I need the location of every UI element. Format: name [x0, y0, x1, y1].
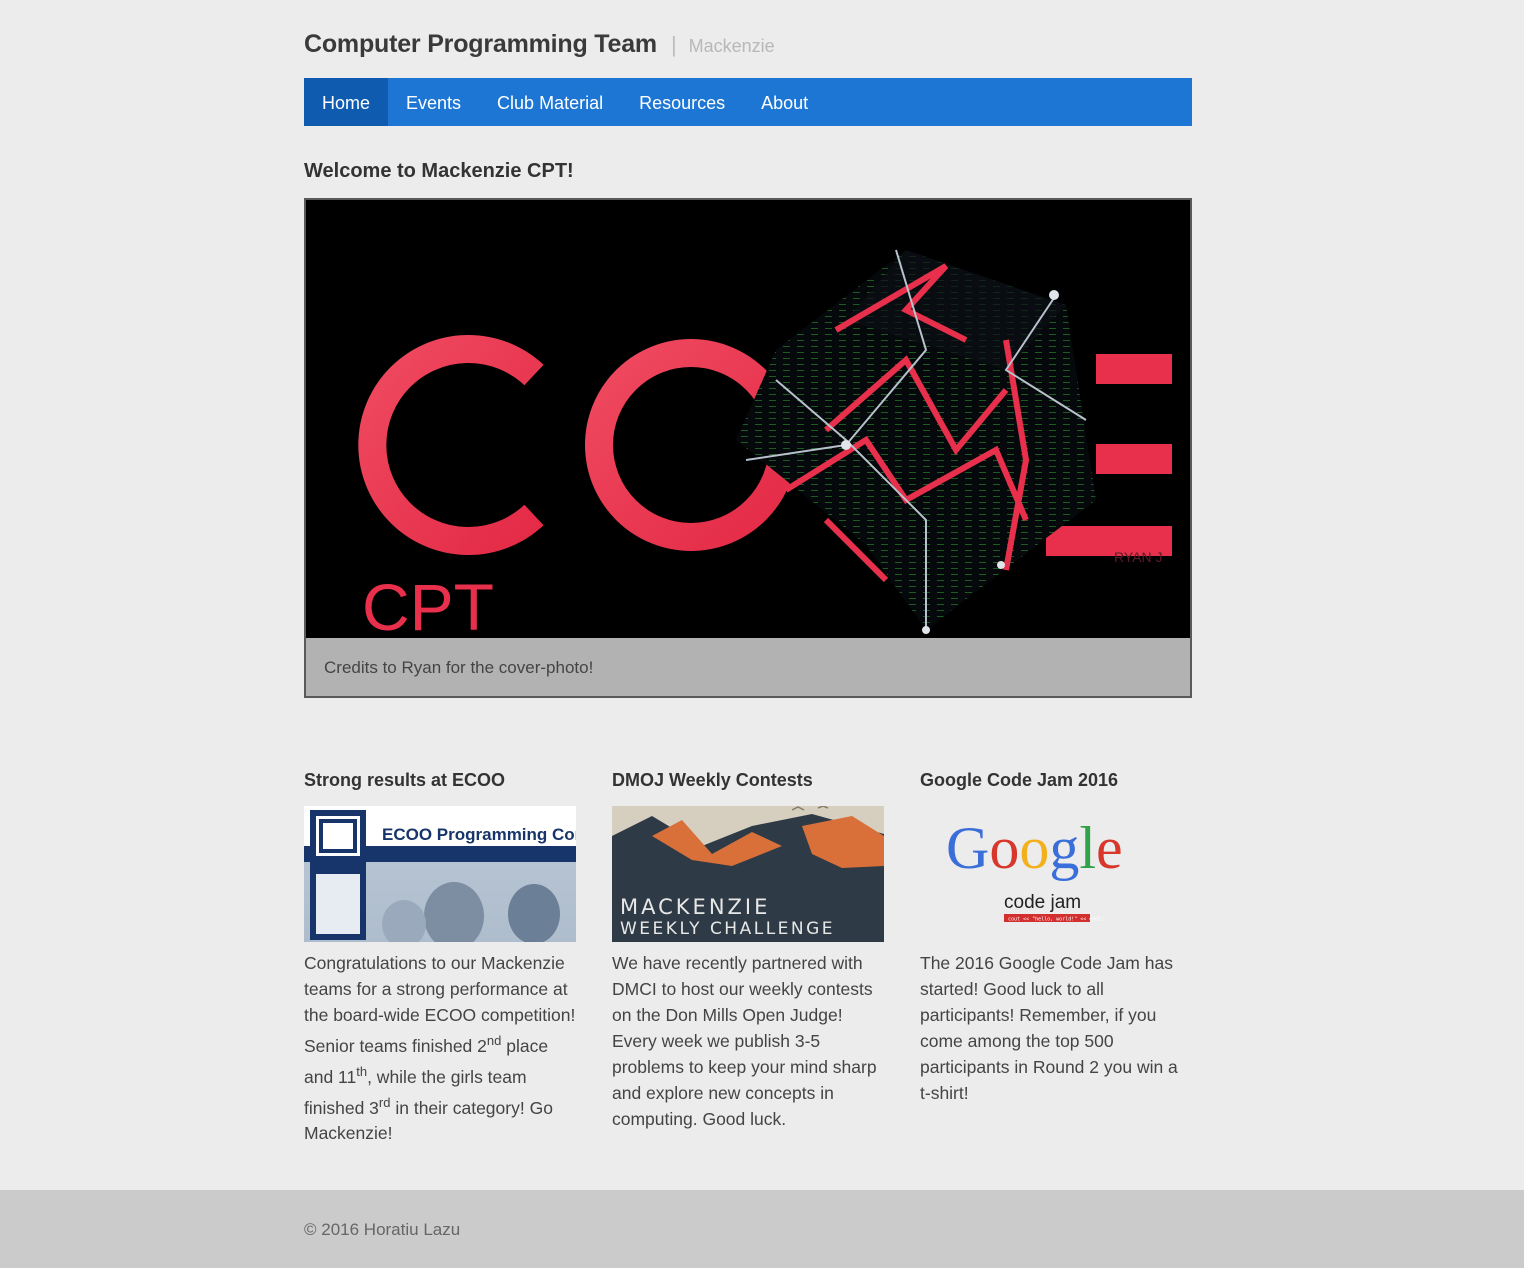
ecoo-image-heading: ECOO Programming Contest [382, 825, 576, 844]
article-ecoo: Strong results at ECOO ECOO Programming … [304, 768, 576, 1146]
article-title[interactable]: Strong results at ECOO [304, 768, 576, 806]
ecoo-thumbnail[interactable]: ECOO Programming Contest [304, 806, 576, 942]
hero-banner: CPT RYAN J Credits to Ryan for the cover… [304, 198, 1192, 698]
nav-about[interactable]: About [743, 78, 826, 126]
nav-club-material[interactable]: Club Material [479, 78, 621, 126]
main-nav: Home Events Club Material Resources Abou… [304, 78, 1192, 126]
article-body: The 2016 Google Code Jam has started! Go… [920, 953, 1178, 1103]
article-title[interactable]: DMOJ Weekly Contests [612, 768, 884, 806]
code-jam-thumbnail[interactable]: Google code jam cout << "hello, world!" … [920, 806, 1192, 942]
article-body: We have recently partnered with DMCI to … [612, 953, 877, 1129]
title-separator: | [670, 32, 677, 57]
dmoj-image-line2: WEEKLY CHALLENGE [620, 919, 835, 939]
hero-image: CPT RYAN J [306, 200, 1190, 638]
site-title[interactable]: Computer Programming Team [304, 30, 657, 59]
hero-caption: Credits to Ryan for the cover-photo! [306, 638, 1190, 696]
copyright-text: © 2016 Horatiu Lazu [304, 1220, 461, 1239]
dmoj-image-line1: MACKENZIE [620, 895, 770, 919]
nav-events[interactable]: Events [388, 78, 479, 126]
article-google-code-jam: Google Code Jam 2016 Google code jam cou… [920, 768, 1192, 1106]
code-jam-tag: cout << "hello, world!" << endl; [1008, 917, 1104, 923]
article-title[interactable]: Google Code Jam 2016 [920, 768, 1192, 806]
nav-resources[interactable]: Resources [621, 78, 743, 126]
nav-home[interactable]: Home [304, 78, 389, 126]
site-header: Computer Programming Team | Mackenzie [304, 30, 1192, 70]
site-subtitle: Mackenzie [688, 36, 775, 56]
google-logo: Google [946, 815, 1123, 881]
article-body: Congratulations to our Mackenzie teams f… [304, 953, 576, 1144]
site-footer: © 2016 Horatiu Lazu [0, 1190, 1524, 1268]
code-jam-label: code jam [1004, 892, 1081, 913]
artist-signature: RYAN J [1114, 549, 1163, 565]
dmoj-thumbnail[interactable]: MACKENZIE WEEKLY CHALLENGE [612, 806, 884, 942]
article-dmoj: DMOJ Weekly Contests MACKENZIE WEEKLY CH… [612, 768, 884, 1132]
code-cpt-logo: CPT RYAN J [358, 249, 1172, 638]
page-title: Welcome to Mackenzie CPT! [304, 160, 574, 182]
logo-cpt-text: CPT [362, 570, 494, 638]
